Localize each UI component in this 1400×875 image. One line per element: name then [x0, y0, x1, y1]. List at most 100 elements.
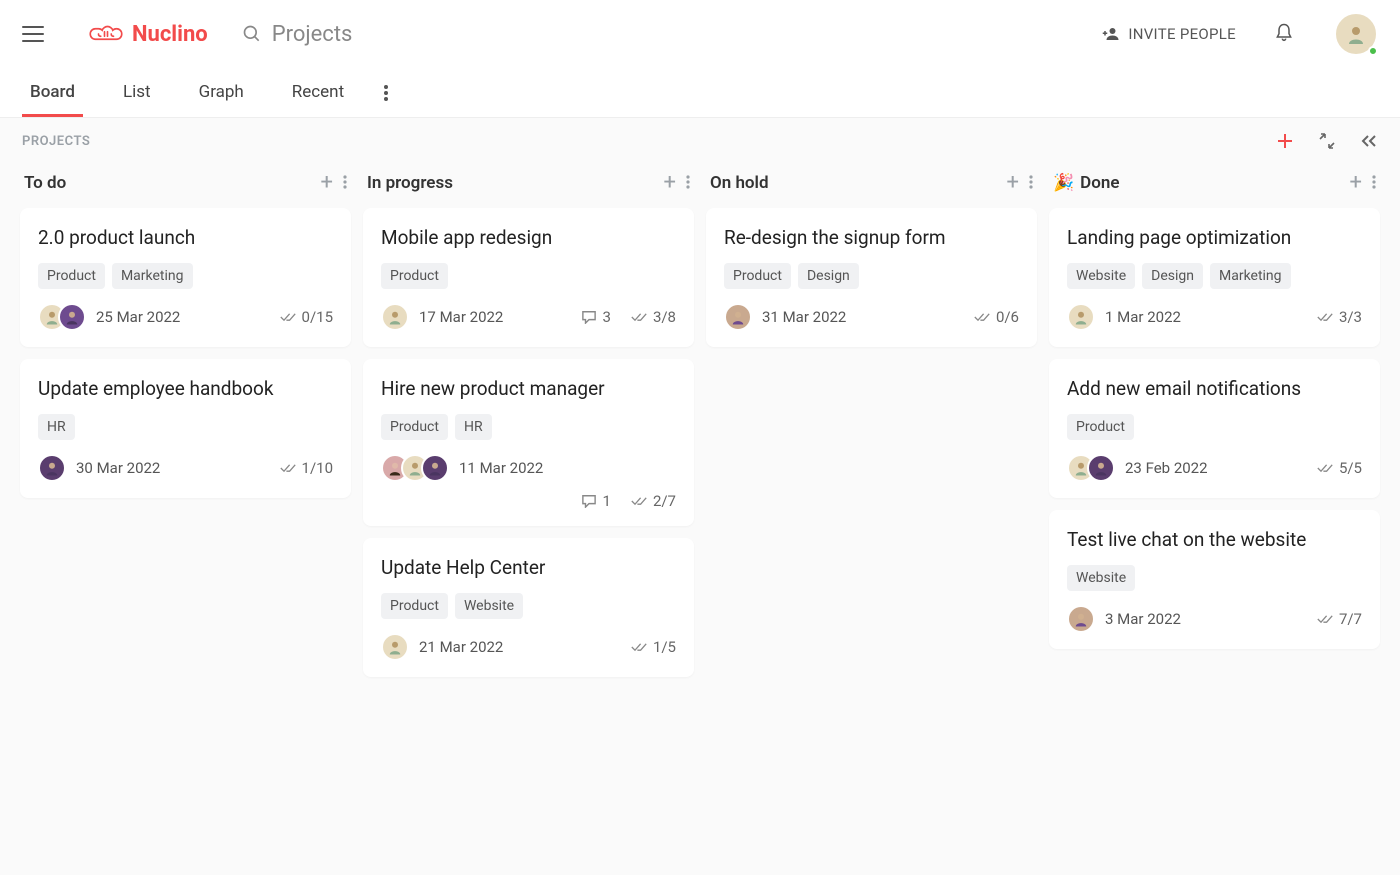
column-emoji-icon: 🎉 [1053, 173, 1074, 193]
avatar-icon[interactable] [421, 454, 449, 482]
tag[interactable]: Website [1067, 263, 1135, 289]
column-title[interactable]: To do [24, 173, 66, 193]
app-logo[interactable]: Nuclino [88, 22, 208, 47]
invite-people-button[interactable]: INVITE PEOPLE [1102, 25, 1236, 43]
tab-graph[interactable]: Graph [191, 69, 252, 117]
card-meta: 3/3 [1317, 308, 1362, 326]
card[interactable]: Re-design the signup form Product Design 31… [706, 208, 1037, 347]
card-date: 11 Mar 2022 [459, 459, 543, 477]
card-tags: Website Design Marketing [1067, 263, 1362, 289]
tag[interactable]: Product [381, 263, 448, 289]
card[interactable]: Mobile app redesignProduct17 Mar 202233/… [363, 208, 694, 347]
user-avatar-menu[interactable] [1334, 12, 1378, 56]
checklist-icon [1317, 461, 1333, 475]
card[interactable]: Landing page optimizationWebsiteDesignMa… [1049, 208, 1380, 347]
column-more-button[interactable] [343, 174, 347, 193]
column-header: In progress + [363, 162, 694, 208]
view-tabs: Board List Graph Recent [0, 68, 1400, 118]
card-date: 17 Mar 2022 [419, 308, 503, 326]
tag[interactable]: Marketing [1210, 263, 1291, 289]
card[interactable]: Update Help CenterProductWebsite21 Mar 2… [363, 538, 694, 677]
add-card-button[interactable]: + [1007, 172, 1019, 194]
column-more-button[interactable] [1372, 174, 1376, 193]
tab-list[interactable]: List [115, 69, 159, 117]
avatar-icon[interactable] [1067, 303, 1095, 331]
tag[interactable]: Product [38, 263, 105, 289]
more-vertical-icon [1372, 175, 1376, 189]
column-header: On hold + [706, 162, 1037, 208]
checklist-count[interactable]: 1/10 [280, 459, 333, 477]
hide-panel-button[interactable] [1360, 134, 1378, 148]
checklist-count[interactable]: 3/3 [1317, 308, 1362, 326]
tag[interactable]: Design [798, 263, 859, 289]
column-title[interactable]: On hold [710, 173, 769, 193]
checklist-count[interactable]: 5/5 [1317, 459, 1362, 477]
card-title: Update Help Center [381, 556, 676, 579]
avatar-icon[interactable] [1087, 454, 1115, 482]
tag[interactable]: HR [38, 414, 75, 440]
tab-board[interactable]: Board [22, 69, 83, 117]
checklist-icon [631, 640, 647, 654]
checklist-count[interactable]: 3/8 [631, 308, 676, 326]
menu-icon[interactable] [22, 26, 44, 42]
column-more-button[interactable] [1029, 174, 1033, 193]
comments-count[interactable]: 1 [581, 492, 611, 510]
search-icon [242, 24, 262, 44]
card-title: Re-design the signup form [724, 226, 1019, 249]
avatar-icon[interactable] [381, 633, 409, 661]
tag[interactable]: HR [455, 414, 492, 440]
column: On hold + Re-design the signup form Product… [706, 162, 1037, 689]
column-title[interactable]: In progress [367, 173, 453, 193]
card-footer: 31 Mar 20220/6 [724, 303, 1019, 331]
tag[interactable]: Product [381, 593, 448, 619]
card-tags: Product Website [381, 593, 676, 619]
card-tags: Product Marketing [38, 263, 333, 289]
column: To do+2.0 product launchProductMarketing… [20, 162, 351, 689]
avatar-icon[interactable] [724, 303, 752, 331]
comment-icon [581, 310, 597, 324]
checklist-count[interactable]: 0/15 [280, 308, 333, 326]
avatar-icon[interactable] [38, 454, 66, 482]
card-meta: 0/15 [280, 308, 333, 326]
app-name: Nuclino [132, 22, 208, 47]
column: In progress+Mobile app redesignProduct17… [363, 162, 694, 689]
avatar-icon[interactable] [1067, 605, 1095, 633]
card[interactable]: Test live chat on the websiteWebsite3 Ma… [1049, 510, 1380, 649]
tag[interactable]: Product [381, 414, 448, 440]
add-button[interactable] [1276, 132, 1294, 150]
assignee-avatars [724, 303, 752, 331]
tag[interactable]: Website [1067, 565, 1135, 591]
tabs-more-button[interactable] [384, 85, 388, 101]
comments-count[interactable]: 3 [581, 308, 611, 326]
tag[interactable]: Product [1067, 414, 1134, 440]
breadcrumb[interactable]: PROJECTS [22, 134, 90, 149]
notifications-button[interactable] [1274, 21, 1294, 47]
avatar-icon[interactable] [381, 303, 409, 331]
card[interactable]: Update employee handbookHR30 Mar 20221/1… [20, 359, 351, 498]
column: 🎉Done+Landing page optimizationWebsiteDe… [1049, 162, 1380, 689]
tag[interactable]: Product [724, 263, 791, 289]
avatar-icon[interactable] [58, 303, 86, 331]
column-more-button[interactable] [686, 174, 690, 193]
add-card-button[interactable]: + [664, 172, 676, 194]
tag[interactable]: Marketing [112, 263, 193, 289]
checklist-icon [1317, 310, 1333, 324]
app-header: Nuclino Projects INVITE PEOPLE [0, 0, 1400, 68]
checklist-count[interactable]: 7/7 [1317, 610, 1362, 628]
checklist-count[interactable]: 1/5 [631, 638, 676, 656]
tag[interactable]: Design [1142, 263, 1203, 289]
card[interactable]: Add new email notificationsProduct23 Feb… [1049, 359, 1380, 498]
checklist-count[interactable]: 2/7 [631, 492, 676, 510]
add-card-button[interactable]: + [1350, 172, 1362, 194]
search-input[interactable]: Projects [242, 22, 353, 47]
column-header: To do + [20, 162, 351, 208]
card[interactable]: Hire new product managerProductHR11 Mar … [363, 359, 694, 526]
add-card-button[interactable]: + [321, 172, 333, 194]
comment-icon [581, 494, 597, 508]
column-title[interactable]: 🎉Done [1053, 173, 1120, 193]
tag[interactable]: Website [455, 593, 523, 619]
checklist-count[interactable]: 0/6 [974, 308, 1019, 326]
tab-recent[interactable]: Recent [284, 69, 352, 117]
collapse-button[interactable] [1318, 132, 1336, 150]
card[interactable]: 2.0 product launchProductMarketing25 Mar… [20, 208, 351, 347]
